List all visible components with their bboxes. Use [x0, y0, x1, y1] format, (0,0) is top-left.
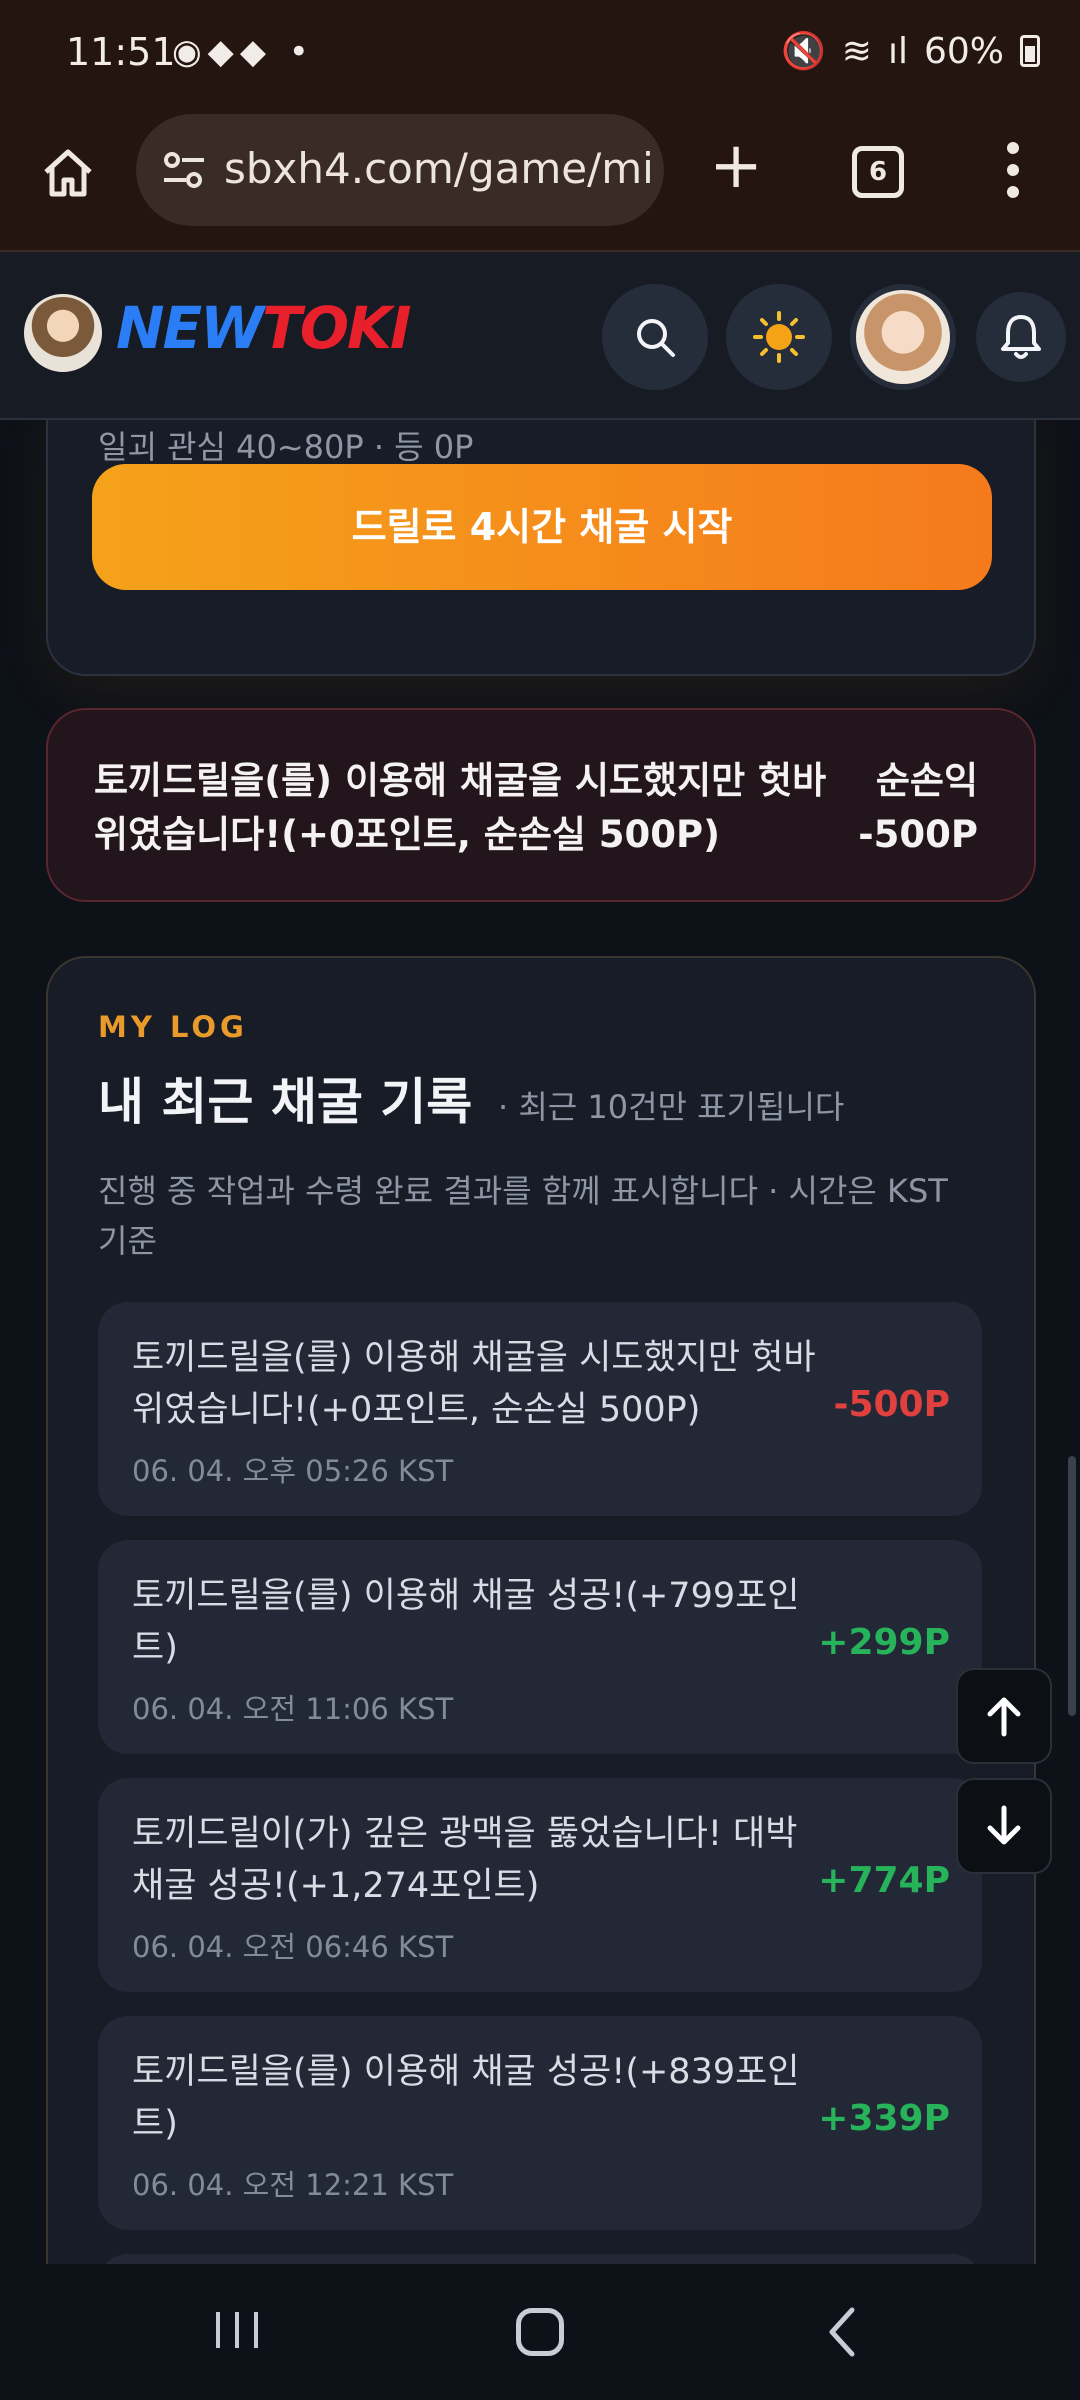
browser-toolbar: sbxh4.com/game/mi + 6 — [0, 112, 1080, 252]
log-item-time: 06. 04. 오전 06:46 KST — [132, 1930, 454, 1964]
home-icon — [44, 149, 92, 197]
log-subtitle: · 최근 10건만 표기됩니다 — [498, 1088, 845, 1126]
log-item: 토끼드릴을(를) 이용해 채굴 성공!(+839포인트) 06. 04. 오전 … — [98, 2016, 982, 2230]
system-home-button[interactable] — [516, 2308, 564, 2356]
site-settings-icon[interactable] — [162, 150, 206, 190]
wifi-icon: ≋ — [841, 30, 872, 72]
url-field[interactable]: sbxh4.com/game/mi — [136, 114, 664, 226]
logo-toki: TOKI — [262, 294, 411, 362]
log-item-amount: -500P — [833, 1384, 950, 1425]
logo-new: NEW — [116, 294, 264, 362]
site-header: NEWTOKI — [0, 252, 1080, 420]
user-avatar-button[interactable] — [850, 284, 956, 390]
log-item-message: 토끼드릴을(를) 이용해 채굴 성공!(+799포인트) — [132, 1576, 800, 1668]
tab-count-button[interactable]: 6 — [852, 146, 904, 198]
net-value: -500P — [858, 813, 978, 856]
scroll-bottom-button[interactable] — [956, 1778, 1052, 1874]
log-title: 내 최근 채굴 기록 — [98, 1073, 473, 1131]
my-log-card: MY LOG 내 최근 채굴 기록 · 최근 10건만 표기됩니다 진행 중 작… — [46, 956, 1036, 2264]
search-icon — [637, 319, 675, 357]
logo-mascot[interactable] — [24, 294, 102, 372]
log-item-amount: +774P — [818, 1860, 950, 1901]
mining-card-info: 일괴 관심 40~80P · 등 0P — [98, 428, 474, 466]
mining-result-card: 토끼드릴을(를) 이용해 채굴을 시도했지만 헛바위였습니다!(+0포인트, 순… — [46, 708, 1036, 902]
log-item-message: 토끼드릴이(가) 깊은 광맥을 뚫었습니다! 대박 채굴 성공!(+1,274포… — [132, 1814, 798, 1906]
mining-card: 일괴 관심 40~80P · 등 0P 드릴로 4시간 채굴 시작 — [46, 420, 1036, 676]
start-mining-button[interactable]: 드릴로 4시간 채굴 시작 — [92, 464, 992, 590]
signal-icon: ıl — [887, 30, 908, 72]
theme-toggle-button[interactable] — [726, 284, 832, 390]
log-item-amount: +339P — [818, 2098, 950, 2139]
browser-menu-button[interactable] — [998, 142, 1028, 202]
log-item-message: 토끼드릴을(를) 이용해 채굴 성공!(+839포인트) — [132, 2052, 800, 2144]
page-content: 일괴 관심 40~80P · 등 0P 드릴로 4시간 채굴 시작 토끼드릴을(… — [0, 420, 1080, 2264]
net-label: 순손익 — [875, 759, 978, 802]
battery-icon — [1020, 35, 1040, 67]
result-net: 순손익 -500P — [858, 754, 978, 862]
mute-icon: 🔇 — [780, 31, 826, 72]
sun-icon — [753, 311, 805, 363]
arrow-up-icon — [987, 1697, 1021, 1737]
recents-button[interactable] — [212, 2308, 262, 2352]
new-tab-button[interactable]: + — [706, 134, 766, 198]
scroll-top-button[interactable] — [956, 1668, 1052, 1764]
log-item: 토끼드릴을(를) 이용해 채굴을 시도했지만 헛바위였습니다!(+0포인트, 순… — [98, 1302, 982, 1516]
log-item — [98, 2254, 982, 2264]
notifications-button[interactable] — [976, 292, 1066, 382]
log-item-time: 06. 04. 오전 11:06 KST — [132, 1692, 454, 1726]
log-description: 진행 중 작업과 수령 완료 결과를 함께 표시합니다 · 시간은 KST 기준 — [98, 1172, 948, 1260]
bell-icon — [1001, 315, 1041, 359]
log-item-message: 토끼드릴을(를) 이용해 채굴을 시도했지만 헛바위였습니다!(+0포인트, 순… — [132, 1338, 816, 1430]
log-item-amount: +299P — [818, 1622, 950, 1663]
site-logo[interactable]: NEWTOKI — [116, 294, 412, 362]
page-scrollbar[interactable] — [1068, 1456, 1076, 1716]
log-item-time: 06. 04. 오후 05:26 KST — [132, 1454, 454, 1488]
battery-percent: 60% — [923, 30, 1004, 72]
arrow-down-icon — [987, 1805, 1021, 1845]
log-item: 토끼드릴을(를) 이용해 채굴 성공!(+799포인트) 06. 04. 오전 … — [98, 1540, 982, 1754]
result-message: 토끼드릴을(를) 이용해 채굴을 시도했지만 헛바위였습니다!(+0포인트, 순… — [94, 759, 827, 856]
back-button[interactable] — [822, 2304, 862, 2360]
status-bar: 11:51 ◉◆◆ • 🔇 ≋ ıl 60% — [0, 0, 1080, 112]
home-button[interactable] — [38, 142, 98, 202]
notification-icons: ◉◆◆ • — [172, 32, 315, 72]
status-time: 11:51 — [66, 30, 176, 74]
status-right: 🔇 ≋ ıl 60% — [781, 30, 1040, 72]
url-text: sbxh4.com/game/mi — [224, 144, 654, 193]
search-button[interactable] — [602, 284, 708, 390]
log-kicker: MY LOG — [98, 1010, 248, 1044]
log-item: 토끼드릴이(가) 깊은 광맥을 뚫었습니다! 대박 채굴 성공!(+1,274포… — [98, 1778, 982, 1992]
system-navigation-bar — [0, 2264, 1080, 2400]
log-item-time: 06. 04. 오전 12:21 KST — [132, 2168, 454, 2202]
